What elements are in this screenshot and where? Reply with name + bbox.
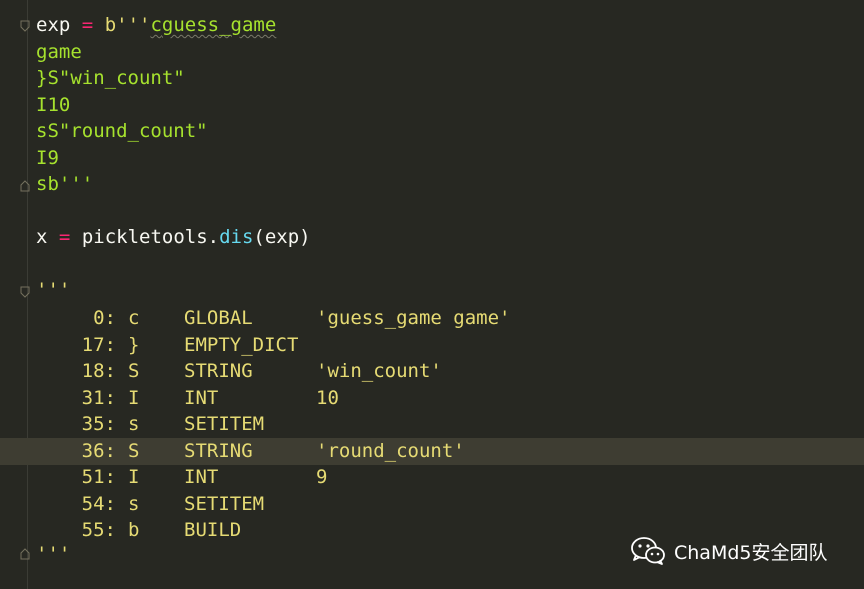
- module-name: guess_game: [161, 14, 277, 36]
- assign-operator: =: [81, 14, 94, 36]
- disasm-name: EMPTY_DICT: [184, 333, 299, 356]
- disasm-opcode: b: [128, 519, 140, 541]
- disasm-arg: 9: [316, 466, 328, 488]
- disasm-row[interactable]: 54: s SETITEM: [36, 491, 316, 518]
- assign-operator: =: [58, 226, 71, 248]
- disasm-offset: 18:: [81, 360, 116, 382]
- code-line-11[interactable]: ''': [36, 277, 70, 304]
- code-editor[interactable]: exp = b'''cguess_game game }S"win_count"…: [0, 0, 864, 589]
- disasm-name: STRING: [184, 360, 253, 382]
- disasm-name: SETITEM: [184, 492, 265, 515]
- opcode-c: c: [150, 14, 162, 36]
- fold-open-icon[interactable]: [20, 286, 30, 298]
- bytes-prefix: b''': [104, 14, 151, 36]
- code-line-3[interactable]: }S"win_count": [36, 65, 185, 92]
- variable-exp: exp: [36, 14, 71, 36]
- disasm-offset: 35:: [81, 413, 116, 435]
- disasm-row[interactable]: 18: S STRING 'win_count': [36, 358, 442, 385]
- disasm-offset: 31:: [81, 386, 116, 409]
- code-line-6[interactable]: I9: [36, 145, 59, 172]
- disasm-row[interactable]: 35: s SETITEM: [36, 411, 316, 438]
- code-line-5[interactable]: sS"round_count": [36, 118, 208, 145]
- code-line-2[interactable]: game: [36, 39, 82, 66]
- fold-open-icon[interactable]: [20, 20, 30, 32]
- disasm-offset: 17:: [81, 333, 116, 356]
- disasm-offset: 36:: [81, 439, 116, 462]
- disasm-name: GLOBAL: [184, 307, 253, 329]
- variable-x: x: [36, 226, 48, 248]
- disasm-opcode: I: [128, 466, 140, 488]
- disasm-row[interactable]: 51: I INT 9: [36, 464, 328, 491]
- disasm-arg: 'guess_game game': [316, 307, 511, 329]
- disasm-name: STRING: [184, 439, 253, 462]
- disasm-opcode: }: [128, 333, 140, 356]
- disasm-offset: 51:: [81, 466, 116, 488]
- disasm-name: INT: [184, 466, 219, 488]
- disasm-opcode: S: [128, 360, 140, 382]
- watermark: ChaMd5安全团队: [630, 536, 828, 566]
- code-line-1[interactable]: exp = b'''cguess_game: [36, 12, 276, 39]
- disasm-opcode: s: [128, 413, 140, 435]
- disasm-name: INT: [184, 386, 219, 409]
- disasm-row[interactable]: 55: b BUILD: [36, 517, 316, 544]
- disasm-opcode: S: [128, 439, 140, 462]
- disasm-row[interactable]: 0: c GLOBAL 'guess_game game': [36, 305, 510, 332]
- disasm-row[interactable]: 31: I INT 10: [36, 385, 339, 412]
- disasm-offset: 54:: [81, 492, 116, 515]
- disasm-name: BUILD: [184, 519, 242, 541]
- code-line-end[interactable]: ''': [36, 541, 70, 568]
- function-dis: dis: [219, 226, 254, 248]
- code-line-7[interactable]: sb''': [36, 171, 93, 198]
- disasm-opcode: c: [128, 307, 140, 329]
- disasm-arg: 'round_count': [316, 439, 465, 462]
- call-args: (exp): [253, 226, 311, 248]
- disasm-name: SETITEM: [184, 413, 265, 435]
- disasm-opcode: I: [128, 386, 140, 409]
- fold-close-icon[interactable]: [20, 180, 30, 192]
- disasm-opcode: s: [128, 492, 140, 515]
- wechat-icon: [630, 536, 666, 566]
- disasm-offset: 55:: [81, 519, 116, 541]
- disasm-arg: 'win_count': [316, 360, 442, 382]
- watermark-text: ChaMd5安全团队: [674, 541, 828, 564]
- disasm-row[interactable]: 36: S STRING 'round_count': [36, 438, 465, 465]
- fold-close-icon[interactable]: [20, 548, 30, 560]
- module-pickletools: pickletools.: [81, 226, 220, 248]
- disasm-row[interactable]: 17:} EMPTY_DICT: [36, 332, 316, 359]
- code-line-9[interactable]: x = pickletools.dis(exp): [36, 224, 311, 251]
- disasm-offset: 0:: [93, 307, 116, 329]
- code-line-4[interactable]: I10: [36, 92, 70, 119]
- disasm-arg: 10: [316, 386, 339, 409]
